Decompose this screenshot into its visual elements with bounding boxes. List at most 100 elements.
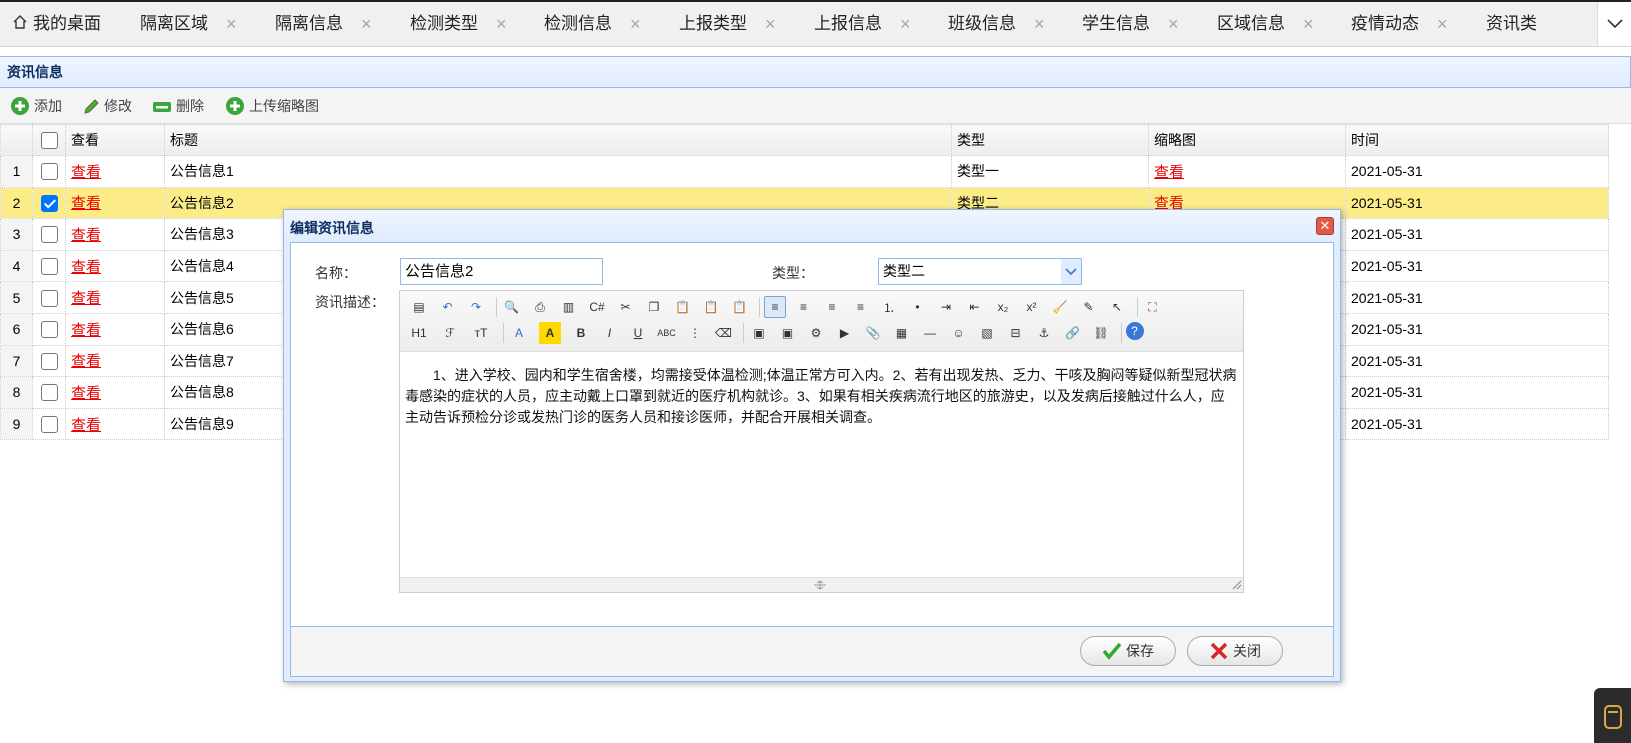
tab-item[interactable]: 疫情动态 × [1351,2,1448,46]
header-thumb[interactable]: 缩略图 [1148,124,1346,156]
header-view[interactable]: 查看 [65,124,165,156]
row-checkbox[interactable] [40,415,58,433]
tab-home[interactable]: 我的桌面 [12,2,101,46]
row-checkbox[interactable] [40,226,58,244]
undo-icon[interactable]: ↶ [437,296,459,318]
paste-plain-icon[interactable]: 📋 [700,296,722,318]
add-button[interactable]: 添加 [10,95,62,117]
anchor-icon[interactable]: ⚓ [1033,322,1055,344]
subscript-icon[interactable]: x₂ [992,296,1014,318]
row-checkbox-cell[interactable] [32,281,66,314]
strike-icon[interactable]: ABC [656,322,678,344]
header-title[interactable]: 标题 [164,124,952,156]
tab-close-icon[interactable]: × [765,2,776,46]
media-icon[interactable]: ▶ [834,322,856,344]
clear-format-icon[interactable]: 🧹 [1049,296,1071,318]
tab-close-icon[interactable]: × [226,2,237,46]
tab-item[interactable]: 上报信息 × [814,2,911,46]
floating-widget[interactable] [1594,688,1631,743]
header-time[interactable]: 时间 [1345,124,1609,156]
row-checkbox-cell[interactable] [32,376,66,409]
copy-icon[interactable]: ❐ [643,296,665,318]
save-button[interactable]: 保存 [1080,636,1176,666]
tab-more-dropdown[interactable] [1597,2,1631,46]
delete-button[interactable]: 删除 [152,95,204,117]
select-all-checkbox[interactable] [40,131,58,149]
line-height-icon[interactable]: ⋮ [684,322,706,344]
tab-item[interactable]: 学生信息 × [1082,2,1179,46]
row-checkbox[interactable] [40,257,58,275]
unordered-list-icon[interactable]: • [907,296,929,318]
hr-icon[interactable]: — [919,322,941,344]
row-checkbox-cell[interactable] [32,218,66,251]
tab-close-icon[interactable]: × [900,2,911,46]
upload-thumb-button[interactable]: 上传缩略图 [225,95,319,117]
heading-icon[interactable]: H1 [408,322,430,344]
close-button[interactable]: 关闭 [1187,636,1283,666]
tab-item[interactable]: 隔离信息 × [275,2,372,46]
view-link[interactable]: 查看 [71,195,101,212]
align-right-icon[interactable]: ≡ [821,296,843,318]
bold-icon[interactable]: B [570,322,592,344]
tab-close-icon[interactable]: × [496,2,507,46]
view-link[interactable]: 查看 [71,322,101,339]
baidu-map-icon[interactable]: ▧ [976,322,998,344]
page-break-icon[interactable]: ⊟ [1005,322,1027,344]
row-checkbox[interactable] [40,289,58,307]
font-family-icon[interactable]: ℱ [439,322,461,344]
row-checkbox-cell[interactable] [32,312,66,346]
tab-item[interactable]: 检测类型 × [410,2,507,46]
superscript-icon[interactable]: x² [1021,296,1043,318]
paste-icon[interactable]: 📋 [672,296,694,318]
ordered-list-icon[interactable]: ⒈ [878,296,900,318]
header-type[interactable]: 类型 [951,124,1149,156]
template-icon[interactable]: ▥ [558,296,580,318]
help-icon[interactable]: ? [1125,322,1144,340]
select-all-icon[interactable]: ↖ [1106,296,1128,318]
row-checkbox-cell[interactable] [32,344,66,378]
paste-word-icon[interactable]: 📋 [729,296,751,318]
row-checkbox[interactable] [40,352,58,370]
row-checkbox[interactable] [40,163,58,181]
tab-item[interactable]: 检测信息 × [544,2,641,46]
align-left-icon[interactable]: ≡ [764,296,786,318]
tab-item[interactable]: 资讯类 [1486,2,1537,46]
quick-format-icon[interactable]: ✎ [1078,296,1100,318]
emoticon-icon[interactable]: ☺ [948,322,970,344]
table-row[interactable]: 1 查看 公告信息1 类型一 查看 2021-05-31 [0,155,1609,188]
code-icon[interactable]: C# [586,296,608,318]
font-color-icon[interactable]: A [508,322,530,344]
row-checkbox[interactable] [40,194,58,212]
row-checkbox-cell[interactable] [32,155,66,188]
dialog-close-icon[interactable]: ✕ [1316,217,1334,235]
chevron-down-icon[interactable] [1061,259,1081,284]
dialog-header[interactable]: 编辑资讯信息 ✕ [284,210,1340,242]
tab-item[interactable]: 区域信息 × [1217,2,1314,46]
align-center-icon[interactable]: ≡ [793,296,815,318]
outdent-icon[interactable]: ⇤ [964,296,986,318]
view-link[interactable]: 查看 [71,164,101,181]
fullscreen-icon[interactable]: ⛶ [1142,296,1164,318]
justify-icon[interactable]: ≡ [850,296,872,318]
cut-icon[interactable]: ✂ [615,296,637,318]
redo-icon[interactable]: ↷ [465,296,487,318]
tab-close-icon[interactable]: × [1303,2,1314,46]
link-icon[interactable]: 🔗 [1062,322,1084,344]
view-link[interactable]: 查看 [71,227,101,244]
font-size-icon[interactable]: тT [470,322,492,344]
tab-close-icon[interactable]: × [1034,2,1045,46]
thumb-link[interactable]: 查看 [1154,164,1184,181]
tab-item[interactable]: 班级信息 × [948,2,1045,46]
tab-close-icon[interactable]: × [361,2,372,46]
editor-content[interactable]: 1、进入学校、园内和学生宿舍楼，均需接受体温检测;体温正常方可入内。2、若有出现… [400,353,1243,578]
bg-color-icon[interactable]: A [539,322,561,344]
image-icon[interactable]: ▣ [748,322,770,344]
source-icon[interactable]: ▤ [408,296,430,318]
multi-image-icon[interactable]: ▣ [777,322,799,344]
italic-icon[interactable]: I [599,322,621,344]
flash-icon[interactable]: ⚙ [805,322,827,344]
remove-format-icon[interactable]: ⌫ [713,322,735,344]
tab-close-icon[interactable]: × [630,2,641,46]
view-link[interactable]: 查看 [71,290,101,307]
row-checkbox[interactable] [40,384,58,402]
